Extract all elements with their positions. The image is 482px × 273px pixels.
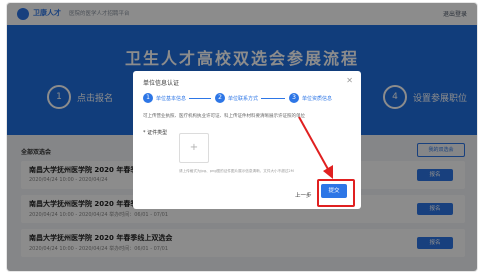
arrow-head <box>323 165 333 179</box>
arrow-shaft <box>298 116 330 172</box>
app-window: 卫康人才 医院的医学人才招聘平台 退出登录 卫生人才高校双选会参展流程 1 点击… <box>6 2 478 272</box>
annotation-arrow <box>298 116 333 179</box>
